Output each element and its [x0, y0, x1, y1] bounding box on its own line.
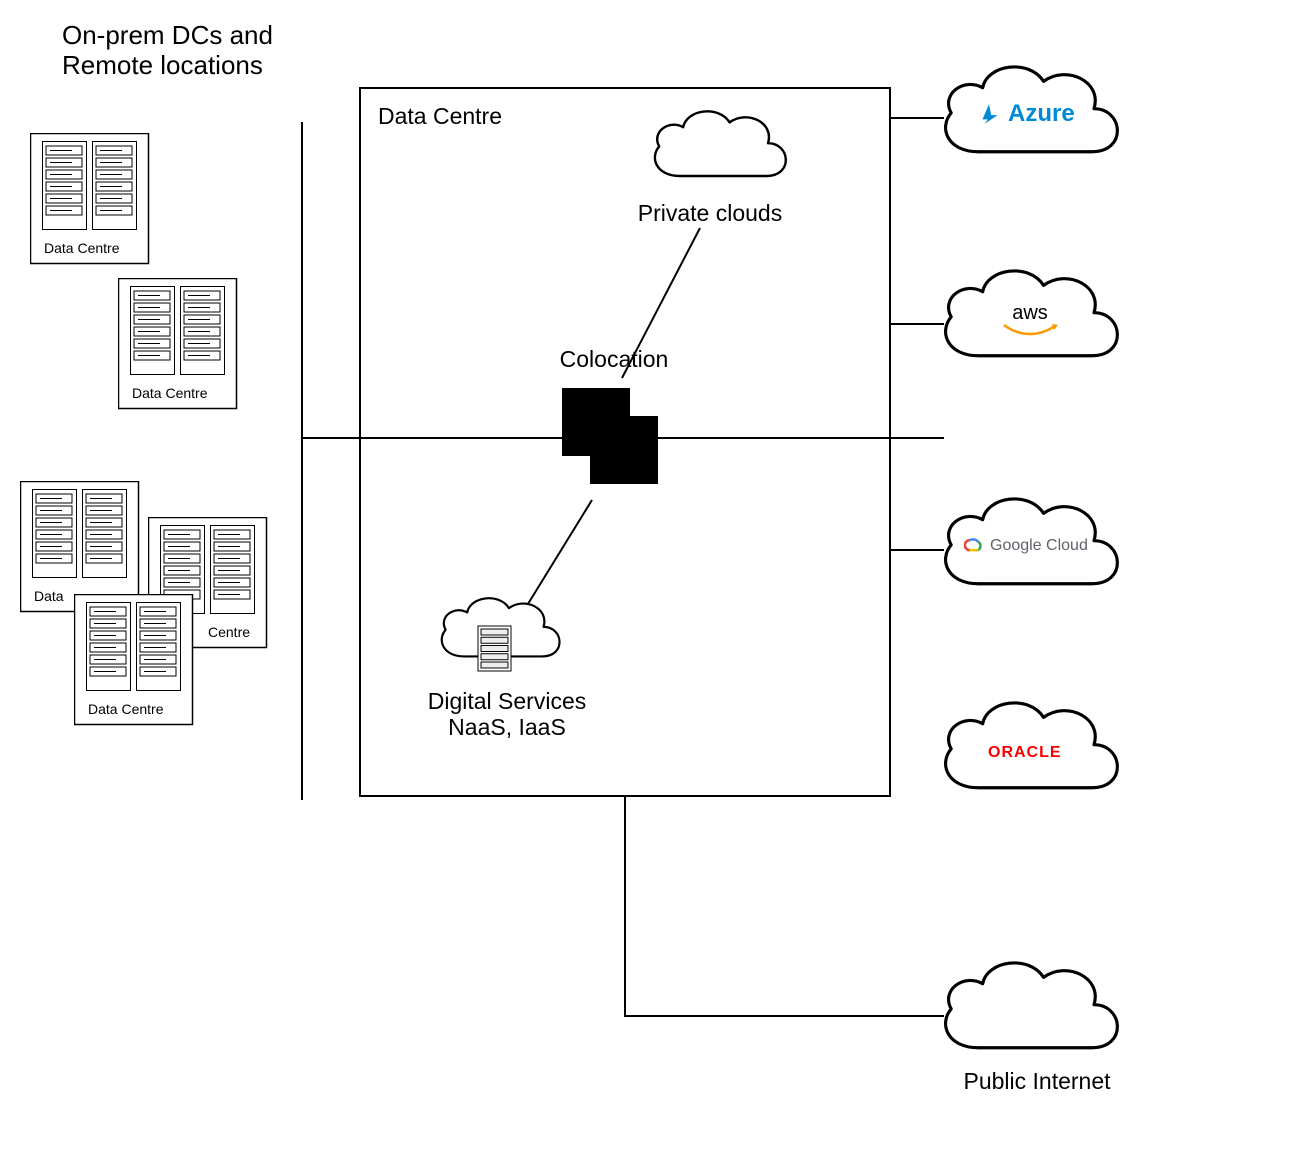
- rack-5-caption: Data Centre: [88, 701, 164, 717]
- azure-icon: [976, 101, 1002, 127]
- onprem-title-line2: Remote locations: [62, 50, 263, 81]
- rack-4-caption: Centre: [208, 624, 250, 640]
- public-internet-label: Public Internet: [942, 1068, 1132, 1095]
- rack-card-1: Data Centre: [30, 133, 170, 283]
- cloud-azure-label: Azure: [976, 100, 1075, 128]
- rack-3-caption: Data: [34, 588, 64, 604]
- aws-smile-icon: [1002, 323, 1058, 337]
- onprem-title-line1: On-prem DCs and: [62, 20, 273, 51]
- cloud-aws-label: aws: [1002, 302, 1058, 337]
- rack-card-2: Data Centre: [118, 278, 258, 428]
- rack-card-5: Data Centre: [74, 594, 214, 744]
- private-clouds-label: Private clouds: [610, 200, 810, 227]
- gcloud-icon: [964, 536, 984, 556]
- colocation-label: Colocation: [524, 346, 704, 373]
- digital-services-l1: Digital Services: [402, 688, 612, 715]
- rack-2-caption: Data Centre: [132, 385, 208, 401]
- cloud-public-internet: [926, 948, 1146, 1088]
- rack-1-caption: Data Centre: [44, 240, 120, 256]
- data-centre-title: Data Centre: [378, 103, 502, 130]
- cloud-oracle-label: ORACLE: [988, 744, 1062, 762]
- cloud-gcloud-label: Google Cloud: [964, 536, 1088, 556]
- digital-services-l2: NaaS, IaaS: [402, 714, 612, 741]
- router-icon: [562, 388, 672, 498]
